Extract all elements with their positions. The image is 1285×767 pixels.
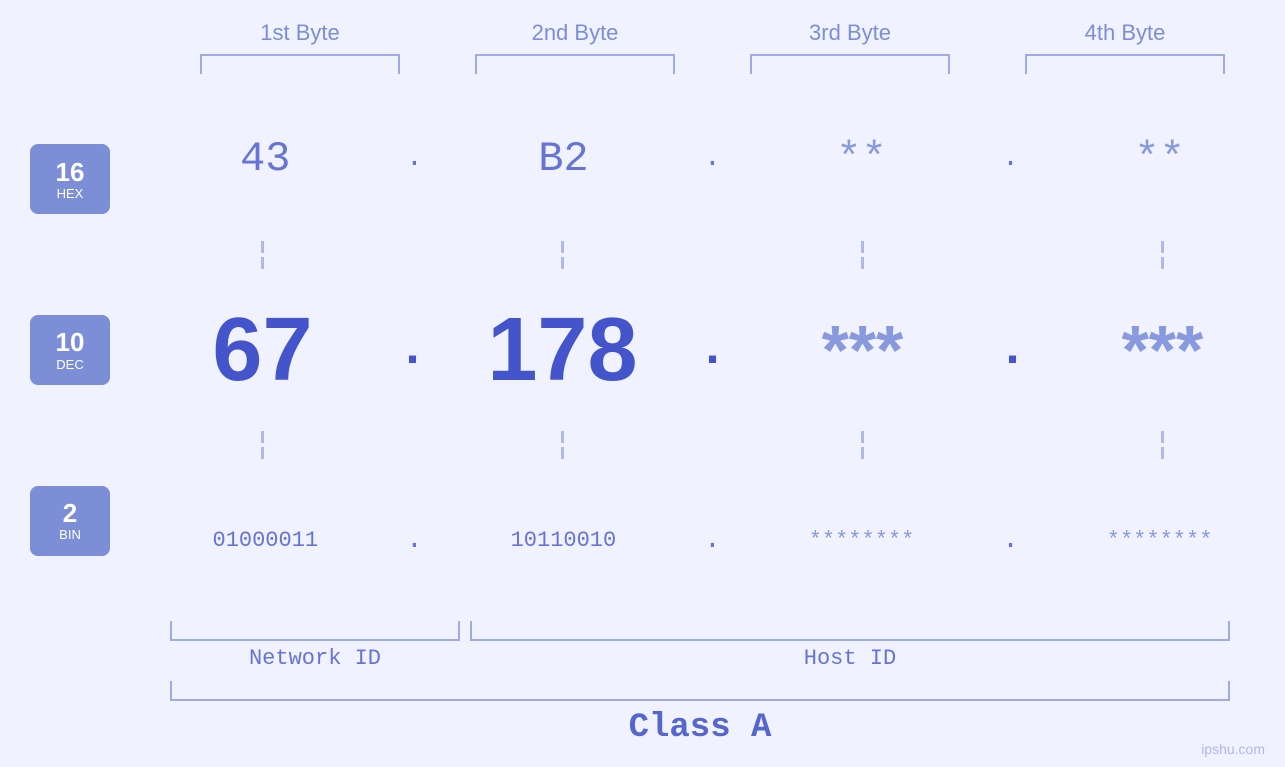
dec-badge: 10 DEC <box>30 315 110 385</box>
watermark: ipshu.com <box>1201 741 1265 757</box>
bin-row: 01000011 . 10110010 . ******** . *******… <box>140 465 1285 616</box>
bin-dot3: . <box>1002 527 1019 555</box>
hex-dot2: . <box>704 145 721 173</box>
bin-dot1: . <box>406 527 423 555</box>
dec-b3-val: *** <box>822 311 904 389</box>
hex-b2-val: B2 <box>538 135 588 183</box>
hex-num: 16 <box>56 158 85 187</box>
hex-row: 43 . B2 . ** . ** <box>140 84 1285 235</box>
content-col: 43 . B2 . ** . ** <box>140 84 1285 616</box>
dec-b4-val: *** <box>1122 311 1204 389</box>
bin-b2-cell: 10110010 <box>453 528 673 553</box>
hex-dot1: . <box>406 145 423 173</box>
eq1-b3 <box>753 241 973 269</box>
dec-dot1: . <box>397 322 427 379</box>
id-labels-row: Network ID Host ID <box>170 646 1270 671</box>
bin-badge: 2 BIN <box>30 486 110 556</box>
byte4-header: 4th Byte <box>1015 20 1235 46</box>
dec-dot3: . <box>997 322 1027 379</box>
bin-label: BIN <box>59 527 81 542</box>
labels-col: 16 HEX 10 DEC 2 BIN <box>0 84 140 616</box>
hex-b3-cell: ** <box>752 135 972 183</box>
hex-badge: 16 HEX <box>30 144 110 214</box>
bottom-section: Network ID Host ID Class A ipshu.com <box>0 616 1285 767</box>
hex-label: HEX <box>57 186 84 201</box>
dec-b2-val: 178 <box>487 300 637 400</box>
bin-b4-val: ******** <box>1107 528 1213 553</box>
eq2-b1 <box>153 431 373 459</box>
hex-b2-cell: B2 <box>453 135 673 183</box>
bracket-b2 <box>475 54 675 74</box>
dec-b4-cell: *** <box>1052 310 1272 390</box>
id-brackets <box>170 621 1270 641</box>
bin-b1-val: 01000011 <box>213 528 319 553</box>
dec-row: 67 . 178 . *** . *** <box>140 275 1285 426</box>
byte1-header: 1st Byte <box>190 20 410 46</box>
hex-b4-val: ** <box>1134 135 1184 183</box>
hex-b3-val: ** <box>836 135 886 183</box>
byte-headers: 1st Byte 2nd Byte 3rd Byte 4th Byte <box>163 20 1263 46</box>
dec-b1-cell: 67 <box>152 299 372 402</box>
bin-num: 2 <box>63 499 77 528</box>
rows-area: 16 HEX 10 DEC 2 BIN 43 . B2 <box>0 84 1285 616</box>
byte3-header: 3rd Byte <box>740 20 960 46</box>
eq2-b4 <box>1053 431 1273 459</box>
hex-b4-cell: ** <box>1050 135 1270 183</box>
sep1 <box>140 235 1285 275</box>
bin-dot2: . <box>704 527 721 555</box>
eq1-b2 <box>453 241 673 269</box>
network-id-label: Network ID <box>170 646 460 671</box>
host-bracket <box>470 621 1230 641</box>
dec-b2-cell: 178 <box>452 299 672 402</box>
eq1-b1 <box>153 241 373 269</box>
byte2-header: 2nd Byte <box>465 20 685 46</box>
dec-b1-val: 67 <box>212 300 312 400</box>
bin-b2-val: 10110010 <box>511 528 617 553</box>
dec-b3-cell: *** <box>752 310 972 390</box>
top-brackets <box>163 54 1263 74</box>
host-id-label: Host ID <box>470 646 1230 671</box>
dec-dot2: . <box>697 322 727 379</box>
hex-b1-cell: 43 <box>155 135 375 183</box>
class-bracket <box>170 681 1230 701</box>
dec-num: 10 <box>56 328 85 357</box>
bracket-b4 <box>1025 54 1225 74</box>
hex-dot3: . <box>1002 145 1019 173</box>
eq1-b4 <box>1053 241 1273 269</box>
bracket-b3 <box>750 54 950 74</box>
bracket-b1 <box>200 54 400 74</box>
bin-b3-val: ******** <box>809 528 915 553</box>
hex-b1-val: 43 <box>240 135 290 183</box>
bin-b3-cell: ******** <box>752 528 972 553</box>
bin-b4-cell: ******** <box>1050 528 1270 553</box>
bin-b1-cell: 01000011 <box>155 528 375 553</box>
network-bracket <box>170 621 460 641</box>
sep2 <box>140 425 1285 465</box>
eq2-b2 <box>453 431 673 459</box>
main-container: 1st Byte 2nd Byte 3rd Byte 4th Byte 16 H… <box>0 0 1285 767</box>
dec-label: DEC <box>56 357 83 372</box>
eq2-b3 <box>753 431 973 459</box>
class-label: Class A <box>170 709 1230 747</box>
